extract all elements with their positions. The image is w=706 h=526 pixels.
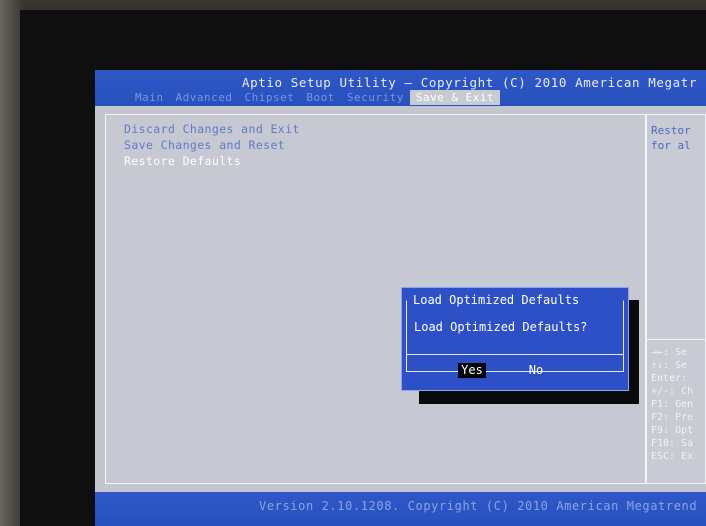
yes-button[interactable]: Yes [458, 363, 486, 378]
dialog-title: Load Optimized Defaults [413, 293, 580, 307]
help-description: Restor for al [651, 124, 691, 152]
tab-advanced[interactable]: Advanced [170, 90, 239, 105]
bios-content: Discard Changes and Exit Save Changes an… [95, 106, 706, 492]
key-help-line: F1: Gen [651, 399, 694, 410]
key-help-line: F2: Pre [651, 412, 694, 423]
dialog-question: Load Optimized Defaults? [414, 320, 588, 334]
help-panel: Restor for al →←: Se ↑↓: Se Enter: +/-: … [646, 114, 706, 484]
load-defaults-dialog: Load Optimized Defaults Load Optimized D… [401, 287, 629, 391]
key-help-line: Enter: [651, 373, 688, 384]
key-help-line: F9: Opt [651, 425, 694, 436]
key-help-line: +/-: Ch [651, 386, 694, 397]
key-help-line: ↑↓: Se [651, 360, 688, 371]
menu-item-save-reset[interactable]: Save Changes and Reset [124, 138, 285, 152]
key-help-line: ESC: Ex [651, 451, 694, 462]
help-divider [647, 339, 705, 340]
footer-version-text: Version 2.10.1208. Copyright (C) 2010 Am… [259, 499, 698, 513]
no-button[interactable]: No [526, 363, 546, 378]
dialog-separator [406, 354, 624, 355]
dialog-frame [406, 300, 624, 372]
tab-boot[interactable]: Boot [300, 90, 341, 105]
key-help-line: →←: Se [651, 347, 688, 358]
photo-scene: Aptio Setup Utility – Copyright (C) 2010… [0, 0, 706, 526]
menu-item-discard-exit[interactable]: Discard Changes and Exit [124, 122, 300, 136]
bios-tabs: Main Advanced Chipset Boot Security Save… [129, 90, 501, 105]
bios-header: Aptio Setup Utility – Copyright (C) 2010… [95, 70, 706, 106]
menu-item-restore-defaults[interactable]: Restore Defaults [124, 154, 241, 168]
bios-footer: Version 2.10.1208. Copyright (C) 2010 Am… [95, 492, 706, 526]
tab-save-exit[interactable]: Save & Exit [409, 90, 501, 105]
bios-title: Aptio Setup Utility – Copyright (C) 2010… [242, 75, 698, 90]
tab-chipset[interactable]: Chipset [238, 90, 300, 105]
tab-security[interactable]: Security [341, 90, 410, 105]
tab-main[interactable]: Main [129, 90, 170, 105]
bios-screen: Aptio Setup Utility – Copyright (C) 2010… [95, 70, 706, 526]
key-help-line: F10: Sa [651, 438, 694, 449]
desk-background [0, 0, 22, 526]
